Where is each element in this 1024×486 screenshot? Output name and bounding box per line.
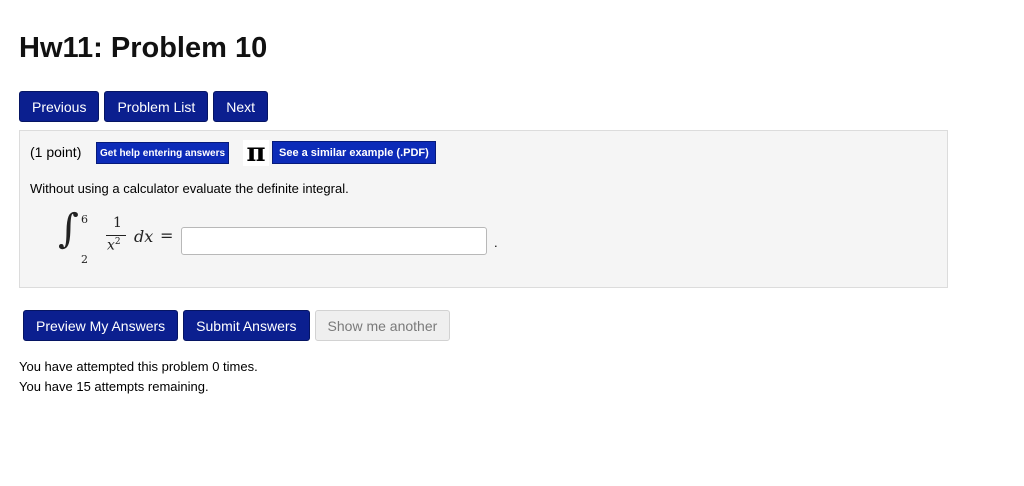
page-title: Hw11: Problem 10	[19, 32, 268, 64]
denominator-base: x	[107, 237, 115, 254]
upper-limit: 6	[81, 213, 88, 226]
show-me-another-button[interactable]: Show me another	[314, 310, 451, 341]
fraction-numerator: 1	[113, 215, 122, 231]
problem-panel: (1 point) Get help entering answers π Se…	[19, 130, 948, 288]
differential: dx	[134, 227, 154, 246]
fraction-bar	[106, 235, 126, 236]
integral-sign-icon: ∫	[58, 206, 79, 252]
problem-instruction: Without using a calculator evaluate the …	[30, 181, 349, 196]
problem-navigation: Previous Problem List Next	[19, 91, 269, 122]
remaining-attempts-text: You have 15 attempts remaining.	[19, 379, 209, 394]
attempt-status: You have attempted this problem 0 times.…	[19, 357, 258, 397]
fraction-denominator: x2	[107, 237, 121, 254]
integral-expression: ∫ 6 2 1 x2 dx =	[58, 209, 182, 267]
pi-icon[interactable]: π	[243, 140, 269, 166]
preview-answers-button[interactable]: Preview My Answers	[23, 310, 179, 341]
attempted-count-text: You have attempted this problem 0 times.	[19, 359, 258, 374]
answer-input[interactable]	[181, 227, 487, 255]
points-label: (1 point)	[30, 144, 82, 160]
answer-actions: Preview My Answers Submit Answers Show m…	[23, 310, 451, 341]
submit-answers-button[interactable]: Submit Answers	[183, 310, 310, 341]
previous-button[interactable]: Previous	[19, 91, 100, 122]
lower-limit: 2	[81, 253, 88, 266]
equals-sign: =	[160, 226, 174, 245]
trailing-period: .	[494, 235, 498, 250]
next-button[interactable]: Next	[213, 91, 269, 122]
similar-example-button[interactable]: See a similar example (.PDF)	[272, 141, 436, 164]
help-entering-answers-button[interactable]: Get help entering answers	[96, 142, 230, 164]
problem-list-button[interactable]: Problem List	[104, 91, 209, 122]
denominator-exponent: 2	[114, 237, 121, 247]
